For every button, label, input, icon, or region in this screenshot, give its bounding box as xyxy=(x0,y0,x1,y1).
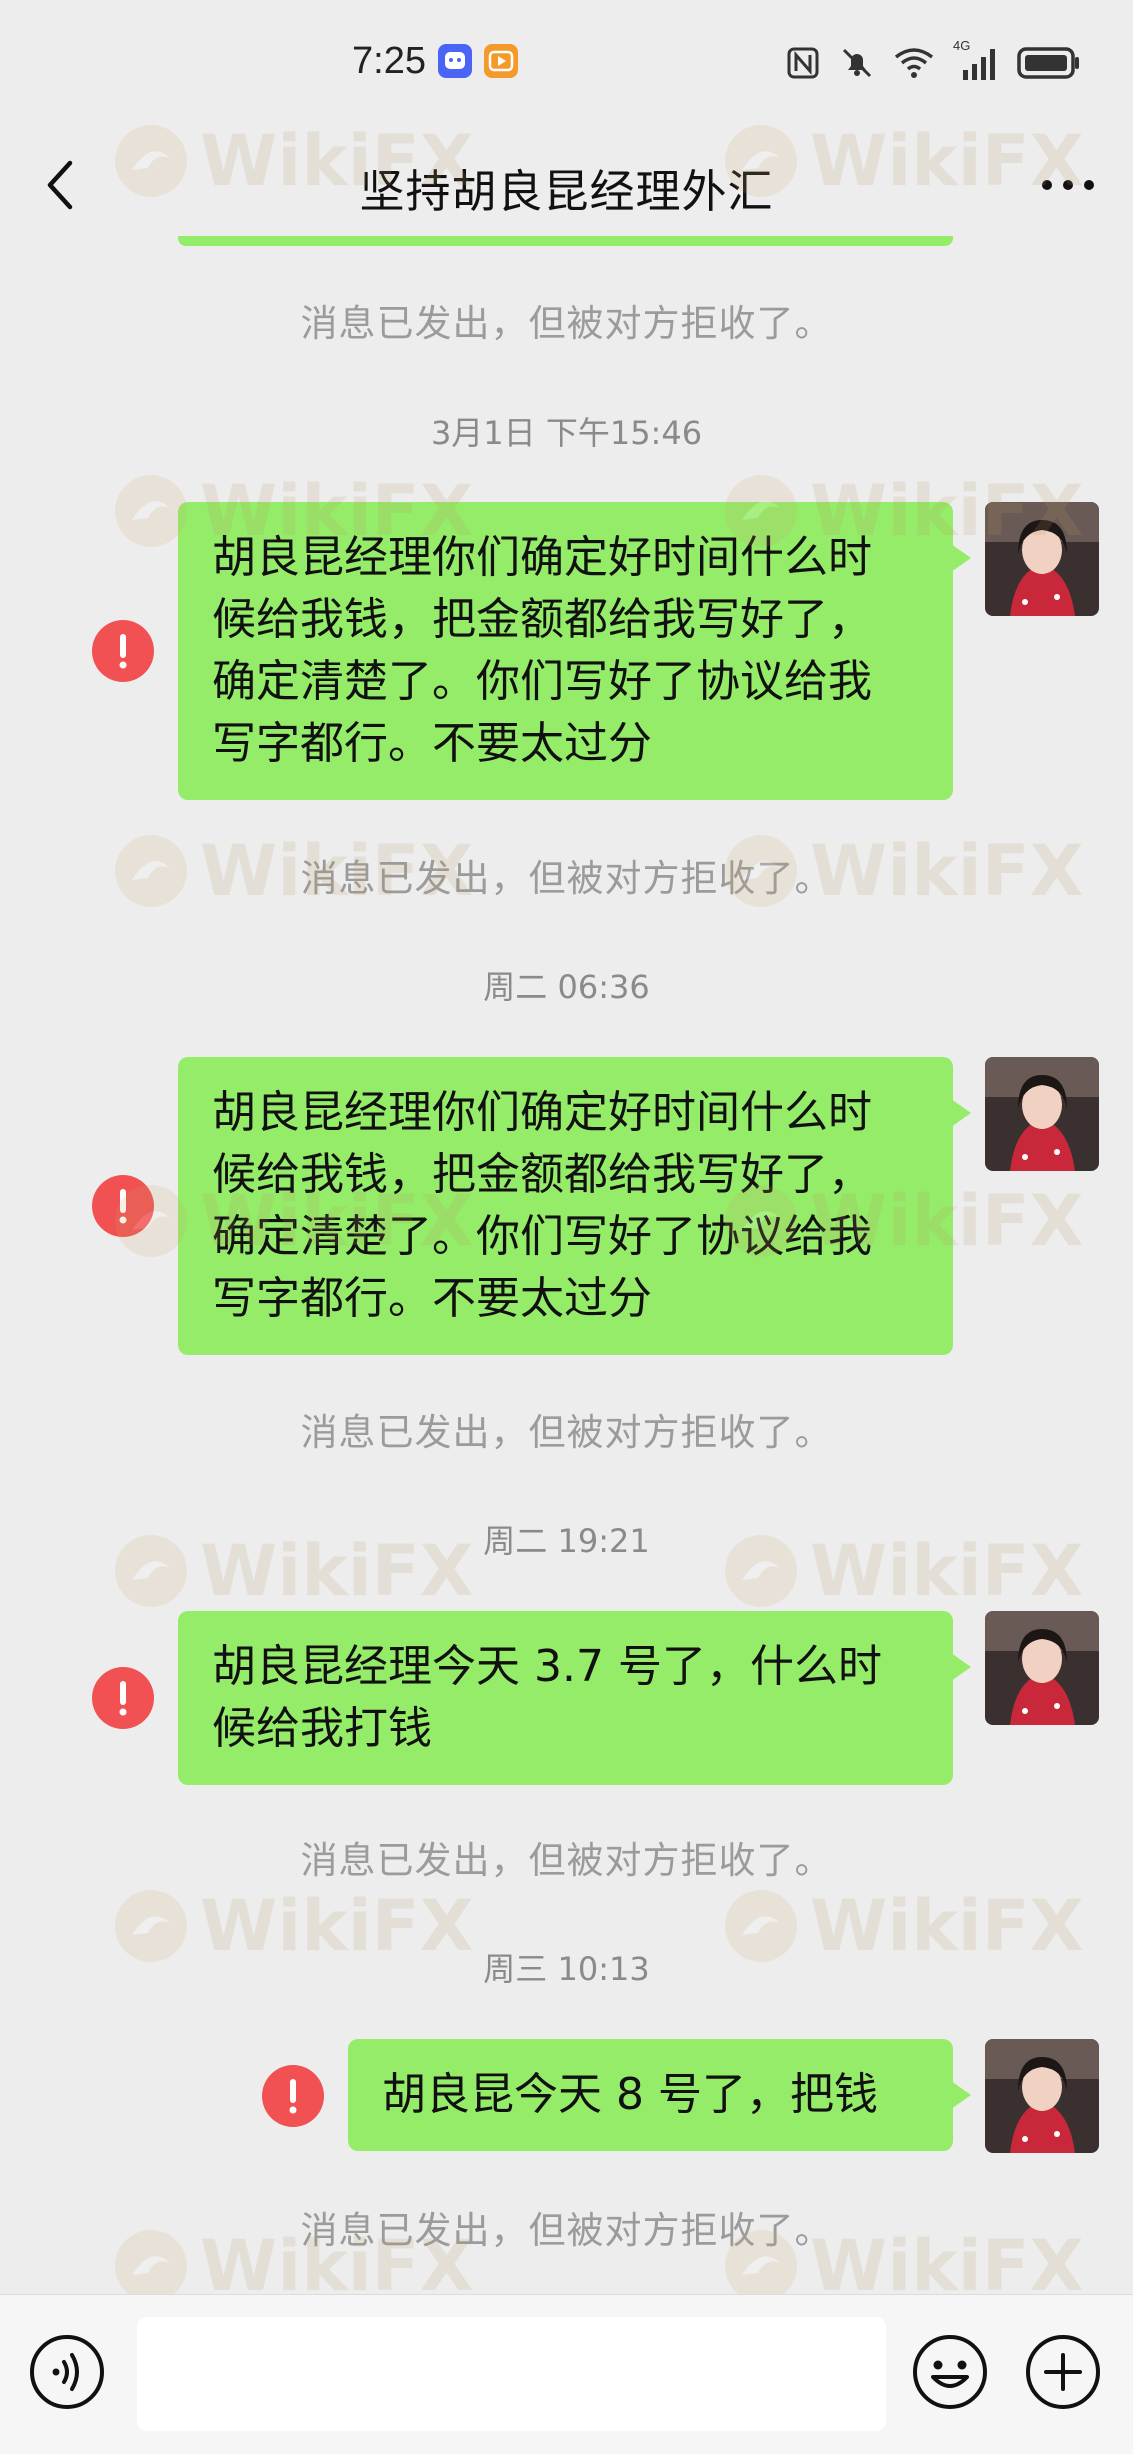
mute-icon xyxy=(842,48,872,78)
message-text-line: 胡良昆经理你们确定好时间什么时 xyxy=(212,1087,872,1138)
message-text-line: 确定清楚了。你们写好了协议给我 xyxy=(212,656,872,707)
voice-icon xyxy=(30,2335,104,2409)
message-text-line: 候给我打钱 xyxy=(212,1703,432,1754)
emoji-button[interactable] xyxy=(911,2333,989,2411)
message-bubble[interactable]: 胡良昆今天 8 号了，把钱 xyxy=(348,2039,971,2151)
previous-message-bubble xyxy=(178,236,953,246)
rejected-notice: 消息已发出，但被对方拒收了。 xyxy=(300,1411,833,1454)
nfc-icon xyxy=(787,47,819,79)
message-timestamp: 周二 06:36 xyxy=(483,968,650,1006)
input-bar xyxy=(0,2294,1133,2454)
chat-title: 坚持胡良昆经理外汇 xyxy=(359,165,774,218)
wifi-icon xyxy=(894,48,934,78)
send-failed-button[interactable] xyxy=(92,1667,154,1729)
network-label: 4G xyxy=(953,38,971,53)
message-bubble[interactable]: 胡良昆经理你们确定好时间什么时 候给我钱，把金额都给我写好了， 确定清楚了。你们… xyxy=(178,1057,971,1355)
exclamation-icon xyxy=(119,634,127,669)
more-functions-button[interactable] xyxy=(1024,2333,1102,2411)
send-failed-button[interactable] xyxy=(262,2065,324,2127)
message-timestamp: 周二 19:21 xyxy=(483,1522,650,1560)
avatar[interactable] xyxy=(985,1057,1099,1171)
send-failed-button[interactable] xyxy=(92,1175,154,1237)
status-icons: 4G xyxy=(785,38,1081,82)
message-text-line: 胡良昆经理你们确定好时间什么时 xyxy=(212,532,872,583)
message-text-line: 写字都行。不要太过分 xyxy=(212,1273,652,1324)
message-text-line: 胡良昆经理今天 3.7 号了，什么时 xyxy=(212,1641,882,1692)
more-dots-icon xyxy=(1042,180,1094,190)
status-bar: 7:25 4G xyxy=(0,0,1133,125)
message-timestamp: 3月1日 下午15:46 xyxy=(430,414,703,452)
voice-input-button[interactable] xyxy=(28,2333,106,2411)
exclamation-icon xyxy=(119,1189,127,1224)
more-options-button[interactable] xyxy=(1023,149,1113,221)
emoji-icon xyxy=(913,2335,987,2409)
rejected-notice: 消息已发出，但被对方拒收了。 xyxy=(300,2209,833,2252)
status-time: 7:25 xyxy=(352,40,426,82)
battery-icon xyxy=(1017,47,1079,79)
message-bubble[interactable]: 胡良昆经理今天 3.7 号了，什么时 候给我打钱 xyxy=(178,1611,971,1785)
plus-icon xyxy=(1026,2335,1100,2409)
chevron-left-icon xyxy=(47,160,73,210)
message-input[interactable] xyxy=(137,2317,886,2431)
cellular-signal-icon: 4G xyxy=(953,38,999,82)
exclamation-icon xyxy=(119,1681,127,1716)
message-text-line: 确定清楚了。你们写好了协议给我 xyxy=(212,1211,872,1262)
avatar[interactable] xyxy=(985,2039,1099,2153)
message-bubble[interactable]: 胡良昆经理你们确定好时间什么时 候给我钱，把金额都给我写好了， 确定清楚了。你们… xyxy=(178,502,971,800)
exclamation-icon xyxy=(289,2079,297,2114)
send-failed-button[interactable] xyxy=(92,620,154,682)
rejected-notice: 消息已发出，但被对方拒收了。 xyxy=(300,302,833,345)
rejected-notice: 消息已发出，但被对方拒收了。 xyxy=(300,857,833,900)
chat-header: 坚持胡良昆经理外汇 xyxy=(0,125,1133,250)
video-app-notification-icon xyxy=(484,44,518,78)
avatar[interactable] xyxy=(985,1611,1099,1725)
message-text-line: 胡良昆今天 8 号了，把钱 xyxy=(382,2069,878,2120)
avatar[interactable] xyxy=(985,502,1099,616)
back-button[interactable] xyxy=(30,149,90,221)
app-notification-icon xyxy=(438,44,472,78)
message-text-line: 候给我钱，把金额都给我写好了， xyxy=(212,1149,872,1200)
message-text-line: 写字都行。不要太过分 xyxy=(212,718,652,769)
message-text-line: 候给我钱，把金额都给我写好了， xyxy=(212,594,872,645)
rejected-notice: 消息已发出，但被对方拒收了。 xyxy=(300,1839,833,1882)
message-timestamp: 周三 10:13 xyxy=(483,1950,650,1988)
